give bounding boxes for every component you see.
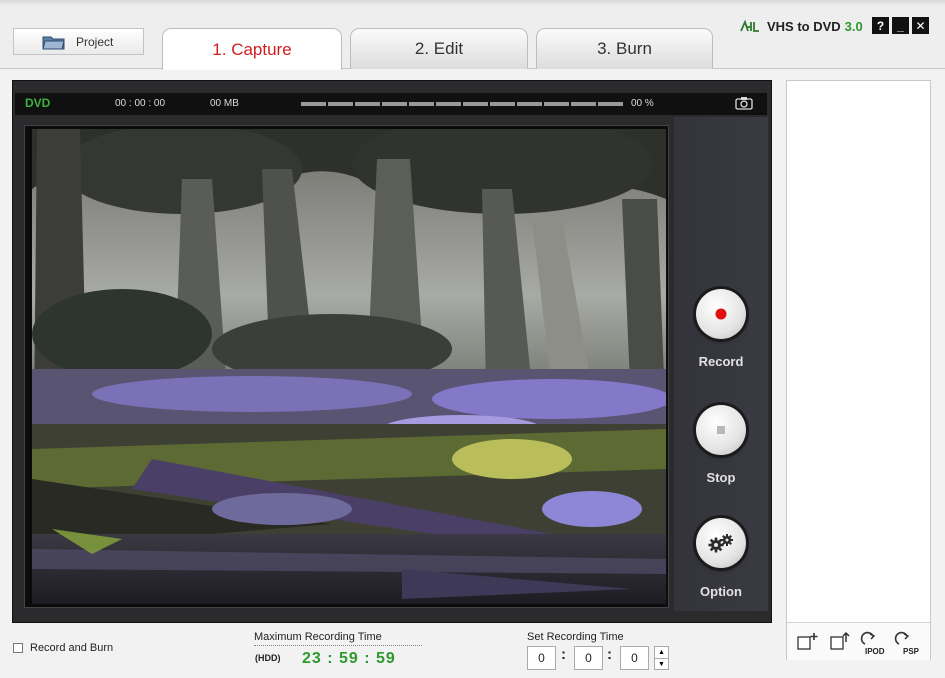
capture-status-bar: DVD 00 : 00 : 00 00 MB 00 % — [15, 93, 767, 115]
tab-edit-label: 2. Edit — [414, 39, 464, 58]
option-label: Option — [700, 584, 742, 599]
max-recording-divider — [254, 645, 422, 646]
stop-label: Stop — [706, 470, 736, 485]
project-button[interactable]: Project — [13, 28, 144, 55]
brand-version: 3.0 — [844, 18, 863, 34]
seconds-input[interactable]: 0 — [620, 646, 649, 670]
spin-down-icon[interactable]: ▼ — [655, 659, 668, 670]
record-and-burn-checkbox[interactable] — [13, 643, 23, 653]
project-label: Project — [76, 34, 114, 49]
max-recording-label: Maximum Recording Time — [254, 631, 382, 643]
gears-icon — [708, 534, 733, 553]
time-counter: 00 : 00 : 00 — [115, 98, 166, 109]
max-recording-time: 23 : 59 : 59 — [302, 650, 396, 667]
record-and-burn-option[interactable]: Record and Burn — [13, 642, 113, 654]
minutes-input[interactable]: 0 — [574, 646, 603, 670]
hdd-label: (HDD) — [255, 653, 281, 663]
capture-progress-bar — [301, 102, 623, 106]
set-recording-label: Set Recording Time — [527, 631, 624, 643]
time-separator: : — [561, 646, 566, 663]
progress-percent: 00 % — [631, 98, 654, 109]
tab-burn-label: 3. Burn — [597, 39, 652, 58]
record-dot-icon — [715, 308, 727, 320]
psp-convert-icon[interactable]: PSP — [893, 630, 920, 656]
app-brand: VHS to DVD 3.0 — [739, 15, 863, 37]
tab-capture-label: 1. Capture — [212, 39, 292, 59]
folder-icon — [42, 36, 65, 49]
help-button[interactable]: ? — [872, 17, 889, 34]
add-file-icon[interactable] — [795, 630, 821, 654]
snapshot-camera-icon[interactable] — [735, 96, 753, 110]
size-counter: 00 MB — [210, 98, 239, 109]
minimize-button[interactable]: _ — [892, 17, 909, 34]
ipod-convert-icon[interactable]: IPOD — [859, 630, 885, 656]
close-button[interactable]: ✕ — [912, 17, 929, 34]
tab-edit[interactable]: 2. Edit — [350, 28, 528, 69]
top-strip — [0, 0, 945, 6]
stop-square-icon — [717, 426, 725, 434]
spin-up-icon[interactable]: ▲ — [655, 647, 668, 659]
record-label: Record — [698, 354, 744, 369]
stop-button[interactable] — [696, 405, 746, 455]
tab-capture[interactable]: 1. Capture — [162, 28, 342, 70]
option-button[interactable] — [696, 518, 746, 568]
brand-name: VHS to DVD — [767, 18, 841, 34]
time-spinner[interactable]: ▲ ▼ — [654, 646, 669, 670]
ipod-label: IPOD — [865, 647, 885, 656]
video-preview — [32, 129, 666, 604]
brand-logo-icon — [740, 19, 759, 32]
tab-burn[interactable]: 3. Burn — [536, 28, 713, 69]
hours-input[interactable]: 0 — [527, 646, 556, 670]
export-file-icon[interactable] — [828, 630, 854, 654]
file-list-panel[interactable] — [786, 80, 931, 660]
record-button[interactable] — [696, 289, 746, 339]
psp-label: PSP — [903, 647, 920, 656]
record-and-burn-label: Record and Burn — [30, 642, 114, 654]
time-separator: : — [607, 646, 612, 663]
format-label: DVD — [25, 96, 51, 110]
